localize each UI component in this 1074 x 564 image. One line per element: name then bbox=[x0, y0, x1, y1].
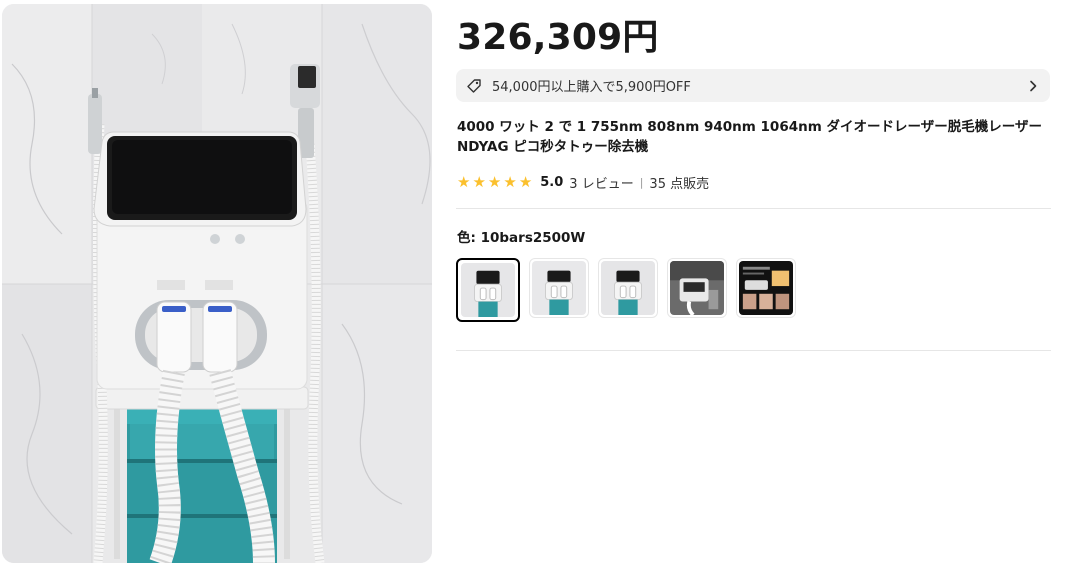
color-options bbox=[456, 258, 796, 322]
color-option-3[interactable] bbox=[598, 258, 658, 318]
rating-row: ★ ★ ★ ★ ★ 5.0 3 レビュー | 35 点販売 bbox=[457, 172, 709, 192]
product-main-image[interactable] bbox=[2, 4, 432, 563]
product-price: 326,309円 bbox=[457, 17, 659, 58]
star-icon: ★ bbox=[472, 172, 486, 191]
star-icon: ★ bbox=[457, 172, 471, 191]
star-icon: ★ bbox=[487, 172, 502, 191]
product-title: 4000 ワット 2 で 1 755nm 808nm 940nm 1064nm … bbox=[457, 119, 1042, 155]
color-option-2[interactable] bbox=[529, 258, 589, 318]
coupon-text: 54,000円以上購入で5,900円OFF bbox=[492, 80, 691, 95]
tag-icon bbox=[467, 78, 481, 93]
color-option-5[interactable] bbox=[736, 258, 796, 318]
divider bbox=[456, 208, 1051, 209]
reviews-link[interactable]: 3 レビュー bbox=[569, 173, 633, 192]
star-rating: ★ ★ ★ ★ ★ bbox=[457, 172, 533, 191]
color-option-4[interactable] bbox=[667, 258, 727, 318]
coupon-banner[interactable]: 54,000円以上購入で5,900円OFF bbox=[456, 69, 1050, 102]
color-label: 色: 10bars2500W bbox=[457, 230, 586, 246]
color-option-1[interactable] bbox=[456, 258, 520, 322]
star-icon: ★ bbox=[503, 172, 517, 191]
divider: | bbox=[639, 175, 644, 189]
divider bbox=[456, 350, 1051, 351]
chevron-right-icon bbox=[1030, 80, 1037, 91]
star-icon: ★ bbox=[518, 172, 533, 191]
rating-score: 5.0 bbox=[540, 174, 564, 190]
sold-count: 35 点販売 bbox=[649, 176, 710, 192]
